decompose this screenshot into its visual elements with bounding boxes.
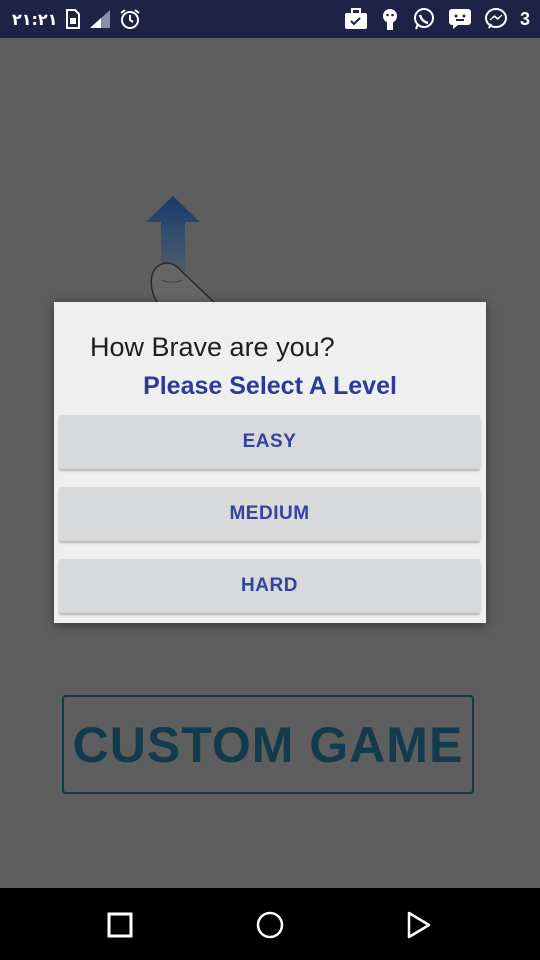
navigation-bar: [0, 888, 540, 960]
back-icon[interactable]: [404, 910, 434, 940]
signal-icon: [89, 9, 111, 29]
dialog-title: How Brave are you?: [90, 332, 335, 362]
medium-button[interactable]: MEDIUM: [59, 487, 480, 541]
briefcase-icon: [344, 8, 368, 30]
notification-count: 3: [519, 8, 530, 29]
level-select-dialog: How Brave are you? Please Select A Level…: [54, 302, 486, 623]
whatsapp-icon: [412, 7, 436, 31]
custom-game-button[interactable]: CUSTOM GAME: [62, 695, 474, 794]
easy-button[interactable]: EASY: [59, 415, 480, 469]
status-time: ٢١:٢١: [12, 9, 58, 29]
status-left: ٢١:٢١: [12, 0, 141, 38]
android-icon: [380, 7, 400, 31]
sim-icon: [65, 9, 81, 29]
chat-icon: [448, 8, 472, 30]
home-icon[interactable]: [255, 910, 285, 940]
swipe-up-hand-icon: [140, 196, 230, 306]
alarm-icon: [119, 8, 141, 30]
hard-button[interactable]: HARD: [59, 559, 480, 613]
status-right: 3: [344, 0, 530, 38]
status-bar: ٢١:٢١ 3: [0, 0, 540, 38]
recents-icon[interactable]: [105, 910, 135, 940]
dialog-subtitle: Please Select A Level: [143, 372, 397, 400]
messenger-icon: [484, 7, 508, 31]
